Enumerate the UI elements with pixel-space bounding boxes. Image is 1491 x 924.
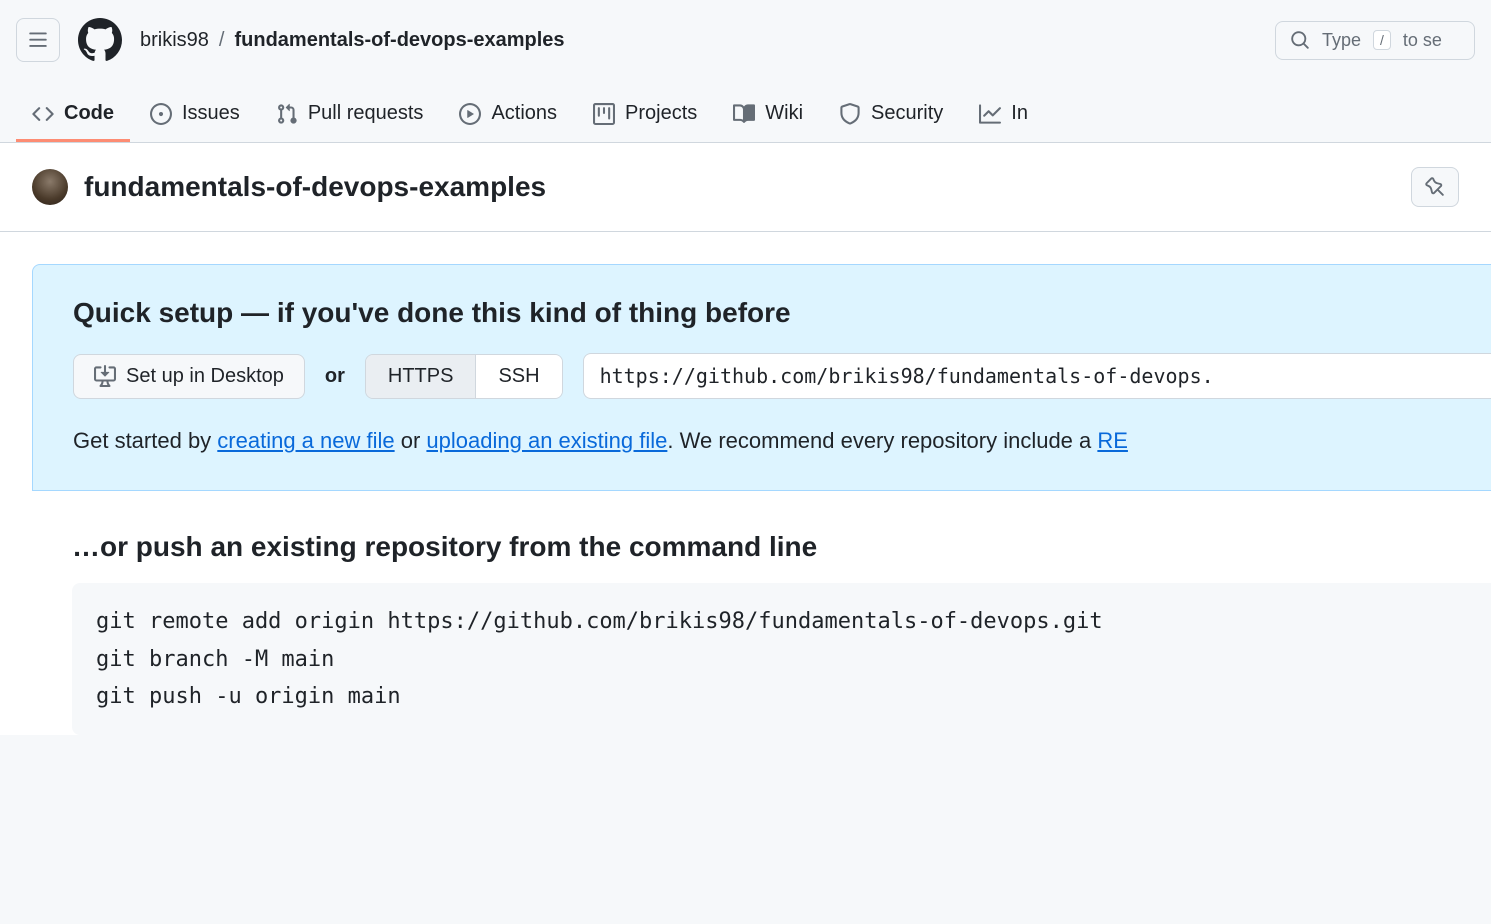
search-input[interactable]: Type / to se [1275, 21, 1475, 60]
push-heading: …or push an existing repository from the… [72, 531, 1491, 563]
search-icon [1290, 30, 1310, 50]
issues-icon [150, 103, 172, 125]
tab-pull-requests[interactable]: Pull requests [260, 88, 440, 142]
help-mid: or [395, 428, 427, 453]
tab-actions[interactable]: Actions [443, 88, 573, 142]
breadcrumb-repo[interactable]: fundamentals-of-devops-examples [234, 29, 564, 52]
search-shortcut-key: / [1373, 30, 1391, 50]
github-logo[interactable] [76, 16, 124, 64]
actions-icon [459, 103, 481, 125]
tab-insights[interactable]: In [963, 88, 1044, 142]
help-text: Get started by creating a new file or up… [73, 423, 1491, 458]
tab-label: Security [871, 102, 943, 125]
search-placeholder-suffix: to se [1403, 30, 1442, 51]
clone-url-input[interactable] [583, 353, 1491, 399]
https-toggle[interactable]: HTTPS [366, 355, 476, 398]
setup-row: Set up in Desktop or HTTPS SSH [73, 353, 1491, 399]
quick-setup-heading: Quick setup — if you've done this kind o… [73, 297, 1491, 329]
github-icon [78, 18, 122, 62]
quick-setup-panel: Quick setup — if you've done this kind o… [32, 264, 1491, 491]
protocol-toggle: HTTPS SSH [365, 354, 563, 399]
push-code-block[interactable]: git remote add origin https://github.com… [72, 583, 1491, 735]
hamburger-icon [28, 30, 48, 50]
push-existing-section: …or push an existing repository from the… [32, 491, 1491, 735]
avatar[interactable] [32, 169, 68, 205]
repo-title-row: fundamentals-of-devops-examples [0, 143, 1491, 232]
desktop-button-label: Set up in Desktop [126, 365, 284, 388]
help-prefix: Get started by [73, 428, 217, 453]
menu-button[interactable] [16, 18, 60, 62]
header: brikis98 / fundamentals-of-devops-exampl… [0, 0, 1491, 64]
search-placeholder-prefix: Type [1322, 30, 1361, 51]
readme-link[interactable]: RE [1097, 428, 1128, 453]
create-file-link[interactable]: creating a new file [217, 428, 394, 453]
tab-label: Actions [491, 102, 557, 125]
security-icon [839, 103, 861, 125]
pull-request-icon [276, 103, 298, 125]
repo-title: fundamentals-of-devops-examples [84, 171, 1395, 203]
code-icon [32, 103, 54, 125]
tab-label: Projects [625, 102, 697, 125]
tab-label: Code [64, 102, 114, 125]
setup-desktop-button[interactable]: Set up in Desktop [73, 354, 305, 399]
insights-icon [979, 103, 1001, 125]
desktop-download-icon [94, 365, 116, 387]
tab-label: In [1011, 102, 1028, 125]
repo-tabs: Code Issues Pull requests Actions Projec… [0, 88, 1491, 143]
breadcrumb-owner[interactable]: brikis98 [140, 29, 209, 52]
tab-projects[interactable]: Projects [577, 88, 713, 142]
ssh-toggle[interactable]: SSH [475, 355, 561, 398]
tab-security[interactable]: Security [823, 88, 959, 142]
help-suffix: . We recommend every repository include … [667, 428, 1097, 453]
tab-wiki[interactable]: Wiki [717, 88, 819, 142]
content: Quick setup — if you've done this kind o… [0, 232, 1491, 735]
tab-label: Wiki [765, 102, 803, 125]
projects-icon [593, 103, 615, 125]
upload-file-link[interactable]: uploading an existing file [426, 428, 667, 453]
tab-issues[interactable]: Issues [134, 88, 256, 142]
breadcrumb-separator: / [219, 29, 225, 52]
pin-icon [1425, 177, 1445, 197]
wiki-icon [733, 103, 755, 125]
or-text: or [325, 365, 345, 388]
tab-label: Pull requests [308, 102, 424, 125]
tab-code[interactable]: Code [16, 88, 130, 142]
tab-label: Issues [182, 102, 240, 125]
breadcrumb: brikis98 / fundamentals-of-devops-exampl… [140, 29, 1259, 52]
pin-button[interactable] [1411, 167, 1459, 207]
